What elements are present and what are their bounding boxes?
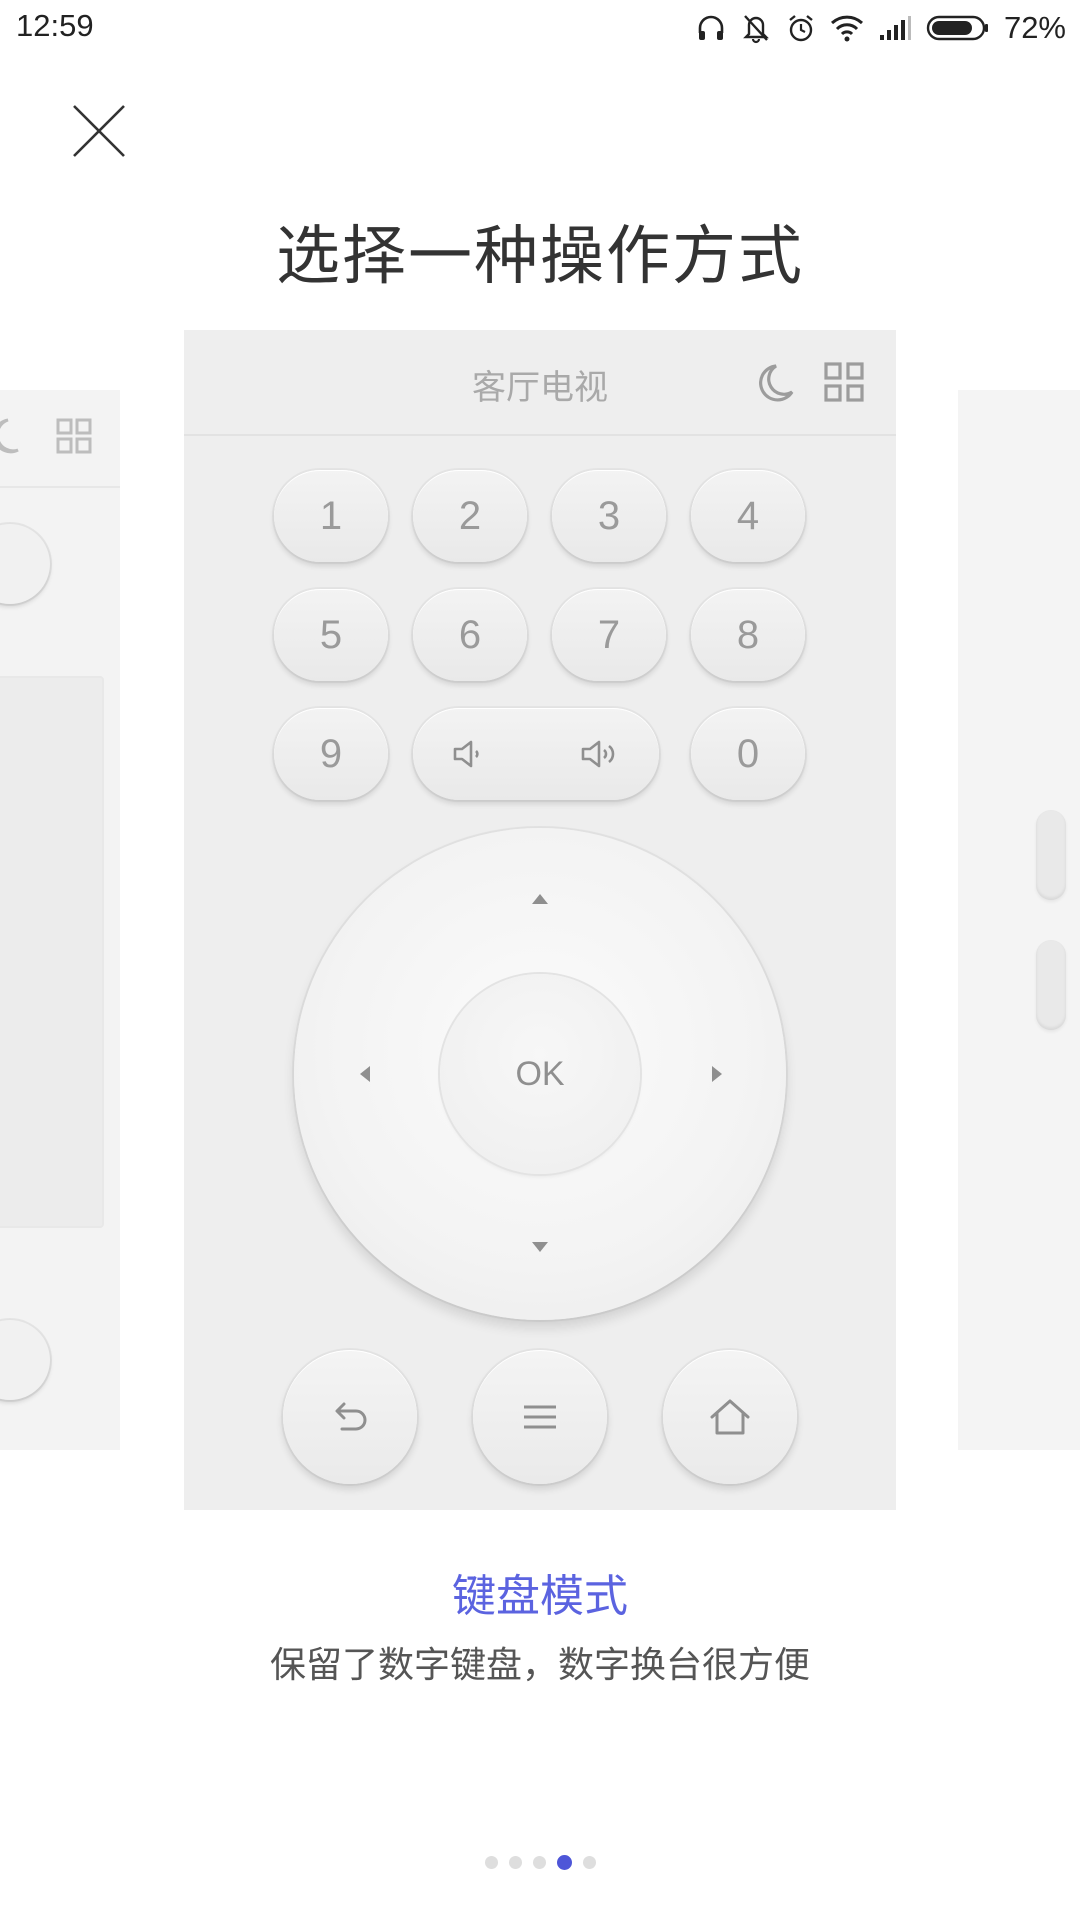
back-icon [335, 1402, 367, 1431]
volume-up-icon[interactable] [577, 734, 623, 774]
key-2[interactable]: 2 [413, 470, 527, 562]
alarm-icon [786, 13, 816, 43]
moon-icon [0, 418, 19, 454]
volume-down-slider [1036, 940, 1066, 1030]
signal-icon [878, 15, 912, 41]
home-icon [710, 1399, 750, 1435]
key-5[interactable]: 5 [274, 589, 388, 681]
moon-icon[interactable] [754, 360, 798, 404]
battery-icon [926, 15, 990, 41]
up-arrow-icon[interactable] [532, 894, 548, 904]
menu-icon [524, 1405, 556, 1429]
wifi-icon [830, 14, 864, 42]
key-7[interactable]: 7 [552, 589, 666, 681]
key-9[interactable]: 9 [274, 708, 388, 800]
down-arrow-icon[interactable] [532, 1242, 548, 1252]
mode-title: 键盘模式 [452, 1571, 628, 1622]
remote-header: 客厅电视 [184, 330, 896, 436]
volume-up-slider [1036, 810, 1066, 900]
key-6[interactable]: 6 [413, 589, 527, 681]
grid-icon [56, 418, 92, 454]
next-mode-card[interactable] [958, 390, 1080, 1450]
menu-button[interactable] [473, 1350, 607, 1484]
volume-key [413, 708, 659, 800]
page-dot-1[interactable] [484, 1856, 498, 1869]
status-bar: 12:59 72% [0, 0, 1080, 56]
battery-percent: 72% [1003, 10, 1066, 45]
left-arrow-icon[interactable] [360, 1066, 370, 1082]
headphones-icon [696, 13, 726, 43]
key-8[interactable]: 8 [691, 589, 805, 681]
grid-icon[interactable] [824, 362, 864, 402]
page-dot-3[interactable] [532, 1856, 546, 1869]
status-time: 12:59 [16, 8, 94, 43]
key-0[interactable]: 0 [691, 708, 805, 800]
direction-pad: OK [294, 828, 786, 1320]
close-icon [73, 105, 125, 157]
keyboard-mode-card[interactable]: 客厅电视 1 2 3 4 5 6 7 8 9 0 OK [184, 330, 896, 1510]
key-1[interactable]: 1 [274, 470, 388, 562]
page-dot-2[interactable] [508, 1856, 522, 1869]
touchpad-area [0, 676, 104, 1228]
status-icons: 72% [696, 8, 1066, 48]
previous-mode-card[interactable] [0, 390, 120, 1450]
volume-down-icon[interactable] [449, 734, 489, 774]
key-3[interactable]: 3 [552, 470, 666, 562]
page-dot-4-active[interactable] [556, 1855, 572, 1870]
page-title: 选择一种操作方式 [276, 220, 804, 294]
header-divider [0, 486, 120, 488]
right-arrow-icon[interactable] [712, 1066, 722, 1082]
mode-description: 保留了数字键盘，数字换台很方便 [269, 1645, 810, 1686]
home-icon [0, 524, 50, 604]
back-button[interactable] [283, 1350, 417, 1484]
home-button[interactable] [663, 1350, 797, 1484]
page-indicator [0, 1855, 1080, 1870]
vibrate-off-icon [740, 12, 772, 44]
close-button[interactable] [68, 100, 130, 162]
key-4[interactable]: 4 [691, 470, 805, 562]
page-dot-5[interactable] [582, 1856, 596, 1869]
back-icon [0, 1320, 50, 1400]
ok-button[interactable]: OK [440, 974, 640, 1174]
